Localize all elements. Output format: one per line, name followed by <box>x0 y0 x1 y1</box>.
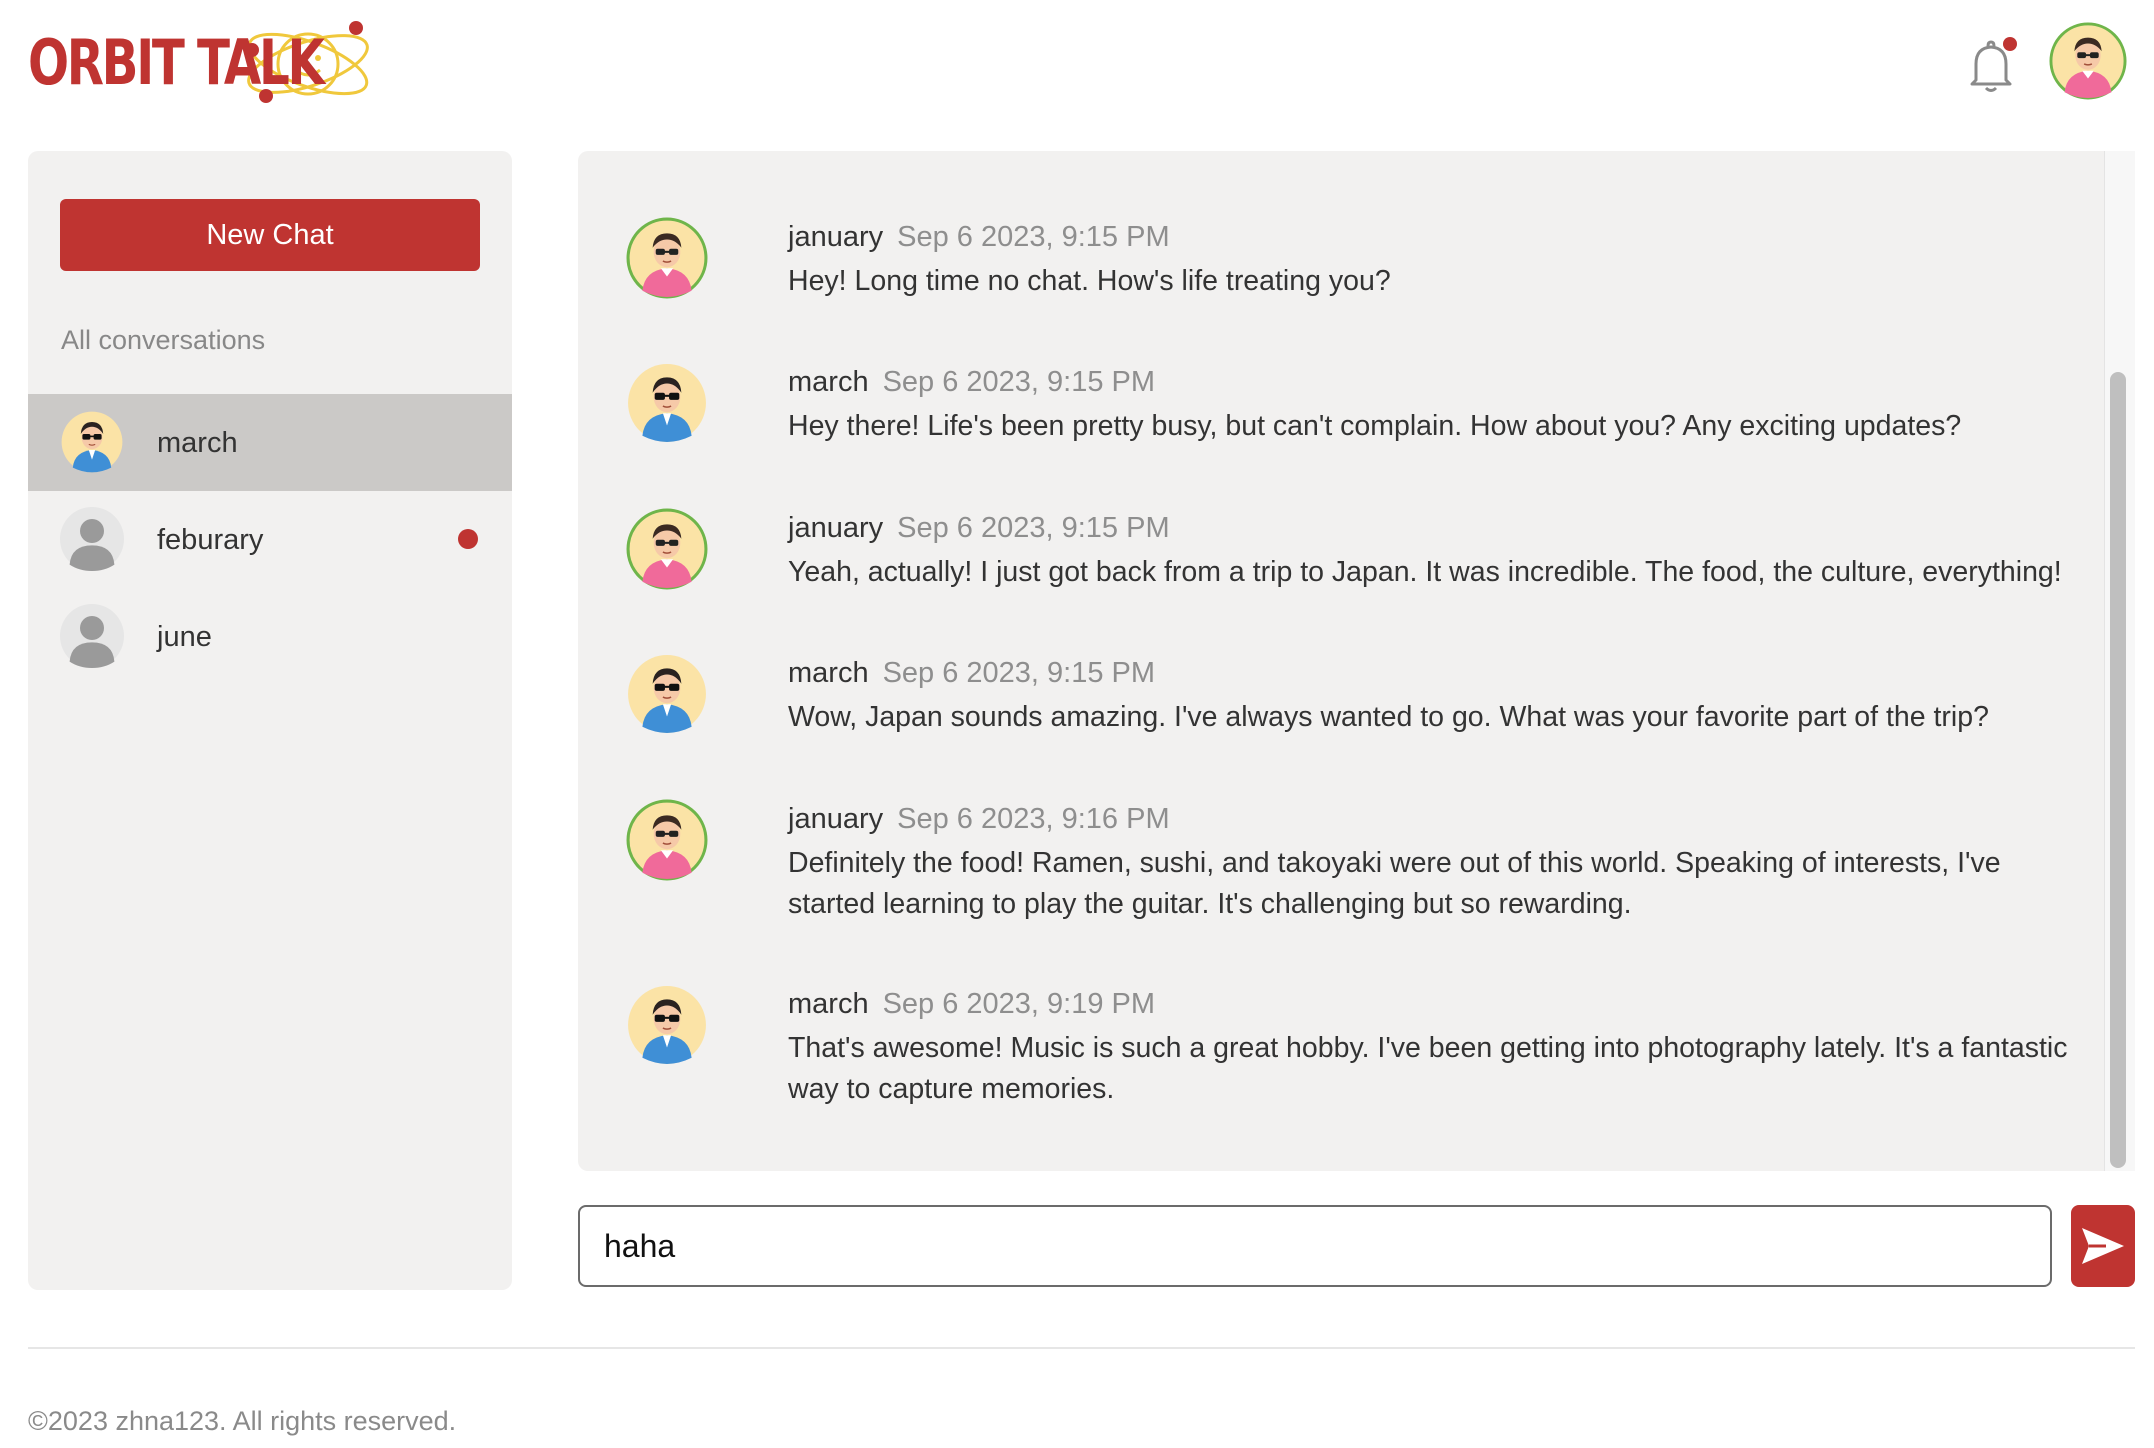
conversation-name: june <box>157 621 212 653</box>
conversation-list: march feburary june <box>28 394 512 685</box>
unread-indicator <box>458 529 478 549</box>
avatar-icon <box>626 653 708 735</box>
app-logo[interactable]: ORBIT TALK <box>28 18 378 108</box>
conversation-name: march <box>157 427 238 459</box>
message-timestamp: Sep 6 2023, 9:15 PM <box>882 657 1156 689</box>
message-text: Hey there! Life's been pretty busy, but … <box>788 410 1962 442</box>
message-author: march <box>788 366 869 398</box>
message-text: Hey! Long time no chat. How's life treat… <box>788 265 1391 297</box>
avatar-icon <box>626 799 708 881</box>
message-author: march <box>788 657 869 689</box>
send-icon <box>2082 1228 2124 1264</box>
bell-icon <box>1970 37 2017 92</box>
message-timestamp: Sep 6 2023, 9:15 PM <box>897 512 1170 544</box>
conversation-item-june[interactable]: june <box>28 588 512 685</box>
message-timestamp: Sep 6 2023, 9:16 PM <box>897 803 1170 835</box>
message-text: Definitely the food! Ramen, sushi, and t… <box>788 847 2001 920</box>
avatar-icon <box>626 508 708 590</box>
conversations-heading: All conversations <box>61 325 266 355</box>
message-author: march <box>788 988 869 1020</box>
scrollbar-thumb[interactable] <box>2110 372 2126 1168</box>
conversation-name: feburary <box>157 524 264 556</box>
avatar-icon <box>626 217 708 299</box>
message-text: Yeah, actually! I just got back from a t… <box>788 556 2062 588</box>
avatar-placeholder-icon <box>60 507 124 571</box>
message-text: Wow, Japan sounds amazing. I've always w… <box>788 701 1989 733</box>
message-author: january <box>788 803 884 835</box>
conversation-item-march[interactable]: march <box>28 394 512 491</box>
notification-bell[interactable] <box>1966 36 2020 96</box>
copyright-text: ©2023 zhna123. All rights reserved. <box>28 1406 457 1436</box>
message-input[interactable] <box>578 1205 2052 1287</box>
user-avatar[interactable] <box>2049 22 2127 100</box>
avatar-icon <box>626 362 708 444</box>
message-author: january <box>788 512 884 544</box>
avatar-placeholder-icon <box>60 604 124 668</box>
sidebar: New Chat All conversations march feburar… <box>28 151 512 1290</box>
message-timestamp: Sep 6 2023, 9:19 PM <box>882 988 1156 1020</box>
new-chat-button[interactable]: New Chat <box>60 199 480 271</box>
message-text: That's awesome! Music is such a great ho… <box>788 1032 2068 1105</box>
message-author: january <box>788 221 884 253</box>
avatar-icon <box>2049 22 2127 100</box>
avatar-icon <box>626 984 708 1066</box>
message-timestamp: Sep 6 2023, 9:15 PM <box>897 221 1170 253</box>
footer-divider <box>28 1347 2135 1349</box>
send-button[interactable] <box>2071 1205 2135 1287</box>
message-timestamp: Sep 6 2023, 9:15 PM <box>882 366 1156 398</box>
conversation-item-feburary[interactable]: feburary <box>28 491 512 588</box>
avatar-icon <box>60 410 124 474</box>
logo-text: ORBIT TALK <box>28 26 325 99</box>
notification-dot <box>2003 37 2017 51</box>
message-list: january Sep 6 2023, 9:15 PM Hey! Long tim… <box>578 151 2104 1171</box>
